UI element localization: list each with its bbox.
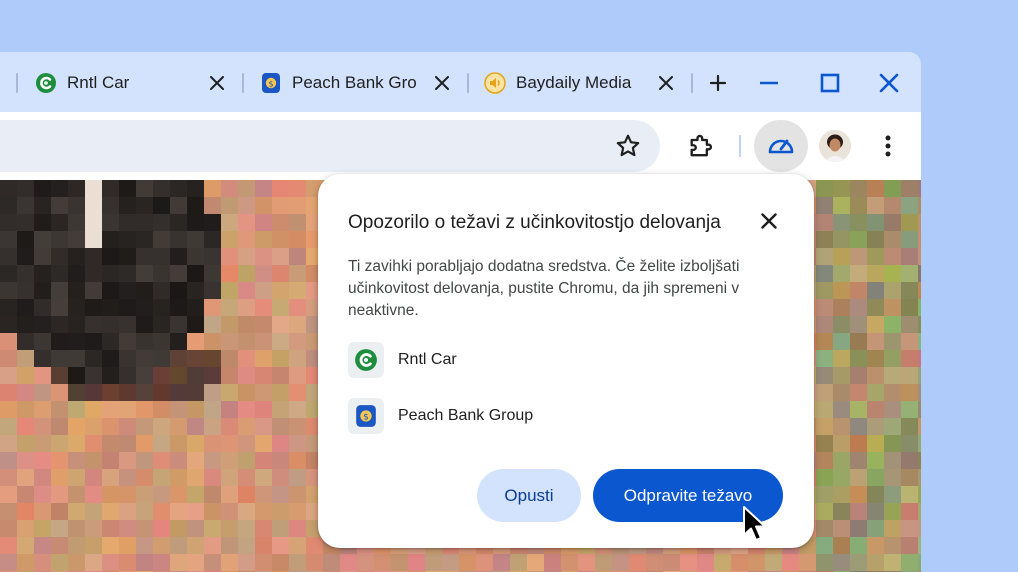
svg-text:$: $ (268, 79, 273, 88)
list-item: $ Peach Bank Group (348, 398, 533, 434)
tab-strip: Rntl Car $ Peach Bank Gro Baydaily Media (0, 52, 921, 112)
tab-title: Rntl Car (67, 73, 130, 92)
mouse-cursor (743, 506, 766, 541)
maximize-icon[interactable] (815, 68, 845, 98)
close-icon[interactable] (204, 70, 230, 96)
item-label: Peach Bank Group (398, 407, 534, 424)
close-icon[interactable] (756, 208, 782, 234)
performance-icon[interactable] (754, 120, 808, 172)
tab-title: Peach Bank Gro (292, 73, 417, 92)
menu-dots-icon[interactable] (874, 132, 902, 160)
rntl-car-favicon (35, 72, 57, 94)
close-icon[interactable] (429, 70, 455, 96)
baydaily-media-favicon (484, 72, 506, 94)
close-window-icon[interactable] (874, 68, 904, 98)
toolbar-divider (739, 135, 741, 157)
dismiss-button[interactable]: Opusti (477, 469, 581, 522)
svg-text:$: $ (363, 413, 369, 423)
close-icon[interactable] (653, 70, 679, 96)
peach-bank-favicon: $ (348, 398, 384, 434)
item-label: Rntl Car (398, 351, 457, 368)
address-bar[interactable] (0, 120, 660, 172)
list-item: Rntl Car (348, 342, 457, 378)
minimize-icon[interactable] (754, 68, 784, 98)
tab-title: Baydaily Media (516, 73, 632, 92)
profile-avatar[interactable] (819, 130, 851, 162)
tab-separator (242, 73, 244, 93)
tab-peach-bank[interactable]: $ Peach Bank Gro (260, 66, 455, 100)
toolbar (0, 112, 921, 180)
bookmark-star-icon[interactable] (614, 132, 642, 160)
tab-baydaily-media[interactable]: Baydaily Media (484, 66, 679, 100)
peach-bank-favicon: $ (260, 72, 282, 94)
performance-issue-dialog: Opozorilo o težavi z učinkovitostjo delo… (318, 174, 814, 548)
dialog-body: Ti zavihki porabljajo dodatna sredstva. … (348, 258, 740, 319)
tab-rntl-car[interactable]: Rntl Car (35, 66, 230, 100)
tab-separator (691, 73, 693, 93)
new-tab-icon[interactable] (703, 68, 733, 98)
tab-separator (16, 73, 18, 93)
dialog-title: Opozorilo o težavi z učinkovitostjo delo… (348, 212, 721, 233)
rntl-car-favicon (348, 342, 384, 378)
extensions-icon[interactable] (686, 132, 716, 162)
tab-separator (467, 73, 469, 93)
